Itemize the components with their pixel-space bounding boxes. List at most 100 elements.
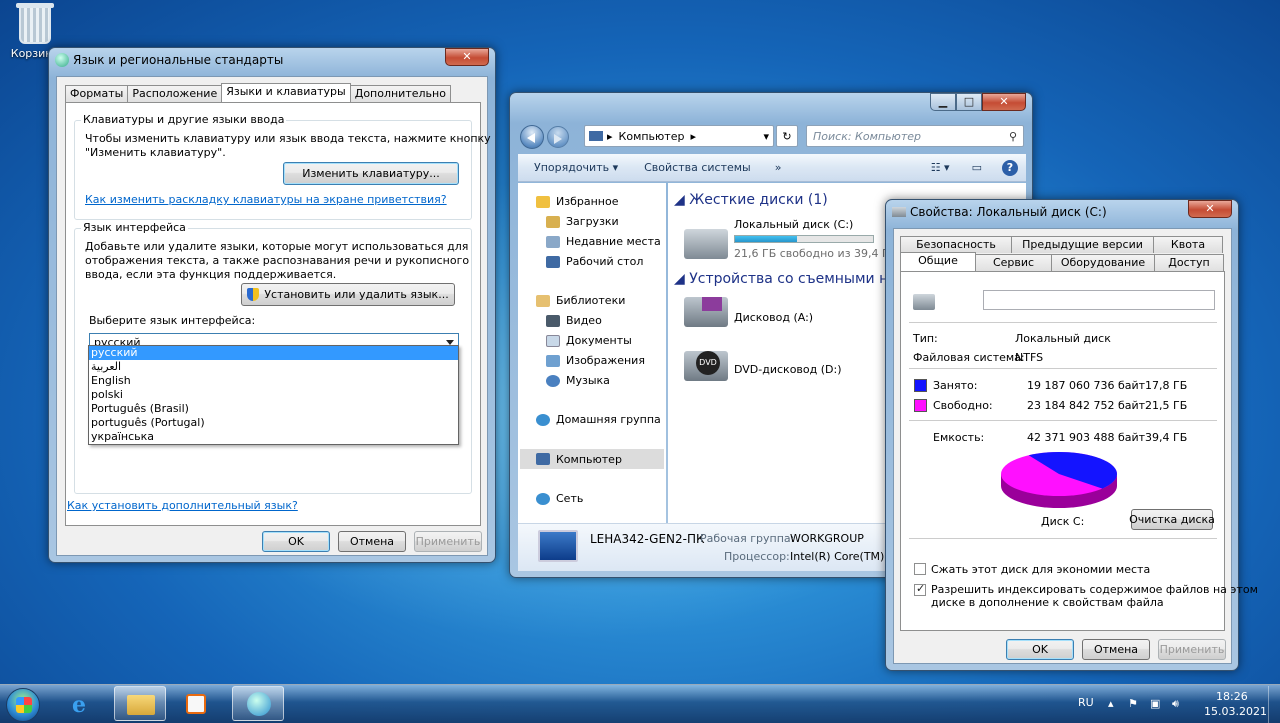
install-language-button[interactable]: Установить или удалить язык...: [241, 283, 455, 306]
type-label: Тип:: [913, 332, 938, 345]
tab-security[interactable]: Безопасность: [900, 236, 1012, 253]
taskbar-media-player[interactable]: [170, 686, 222, 721]
search-input[interactable]: Поиск: Компьютер ⚲: [806, 125, 1024, 147]
search-icon: ⚲: [1008, 129, 1017, 143]
change-keyboard-button[interactable]: Изменить клавиатуру...: [283, 162, 459, 185]
cancel-button[interactable]: Отмена: [1082, 639, 1150, 660]
tab-previous-versions[interactable]: Предыдущие версии: [1011, 236, 1154, 253]
close-button[interactable]: ✕: [982, 93, 1026, 111]
start-button[interactable]: [6, 688, 40, 722]
free-bytes: 23 184 842 752 байт: [1027, 399, 1146, 412]
more-commands-button[interactable]: »: [775, 161, 782, 174]
tab-quota[interactable]: Квота: [1153, 236, 1223, 253]
pc-name: LEHA342-GEN2-ПК: [590, 532, 705, 546]
nav-homegroup[interactable]: Домашняя группа: [536, 413, 661, 426]
free-gb: 21,5 ГБ: [1145, 399, 1188, 412]
taskbar-ie[interactable]: e: [58, 686, 110, 721]
language-option[interactable]: English: [89, 374, 458, 388]
language-indicator[interactable]: RU: [1078, 696, 1094, 709]
explorer-window-controls: ▁ □ ✕: [930, 93, 1026, 111]
welcome-screen-layout-link[interactable]: Как изменить раскладку клавиатуры на экр…: [85, 193, 447, 206]
preview-pane-icon[interactable]: ▭: [972, 161, 982, 174]
refresh-button[interactable]: ↻: [776, 125, 798, 147]
keyboards-desc-2: "Изменить клавиатуру".: [85, 146, 226, 159]
language-dialog-titlebar: Язык и региональные стандарты: [49, 48, 495, 72]
tab-languages[interactable]: Языки и клавиатуры: [221, 83, 351, 102]
forward-button[interactable]: [547, 126, 569, 148]
index-label-1: Разрешить индексировать содержимое файло…: [931, 583, 1258, 596]
nav-downloads[interactable]: Загрузки: [546, 215, 619, 228]
install-more-languages-link[interactable]: Как установить дополнительный язык?: [67, 499, 298, 512]
free-label: Свободно:: [933, 399, 993, 412]
cancel-button[interactable]: Отмена: [338, 531, 406, 552]
dvd-drive-label[interactable]: DVD-дисковод (D:): [734, 363, 842, 376]
media-player-icon: [186, 694, 206, 714]
nav-images[interactable]: Изображения: [546, 354, 645, 367]
address-dropdown-icon[interactable]: ▾: [763, 130, 769, 143]
apply-button[interactable]: Применить: [414, 531, 482, 552]
language-option[interactable]: українська: [89, 430, 458, 444]
type-value: Локальный диск: [1015, 332, 1111, 345]
divider: [909, 538, 1217, 539]
windows-logo-icon: [16, 697, 32, 713]
free-space-swatch: [914, 399, 927, 412]
view-options-icon[interactable]: ☷ ▾: [931, 161, 950, 174]
floppy-drive-label[interactable]: Дисковод (A:): [734, 311, 813, 324]
language-option[interactable]: Português (Brasil): [89, 402, 458, 416]
close-button[interactable]: ✕: [445, 48, 489, 66]
system-properties-button[interactable]: Свойства системы: [644, 161, 751, 174]
capacity-bytes: 42 371 903 488 байт: [1027, 431, 1146, 444]
ok-button[interactable]: OK: [262, 531, 330, 552]
compress-checkbox[interactable]: [914, 563, 926, 575]
breadcrumb-computer[interactable]: Компьютер: [619, 130, 685, 143]
clock-date[interactable]: 15.03.2021: [1204, 705, 1267, 718]
minimize-button[interactable]: ▁: [930, 93, 956, 111]
computer-icon: [589, 131, 603, 141]
index-checkbox[interactable]: [914, 582, 926, 596]
nav-libraries[interactable]: Библиотеки: [536, 294, 625, 307]
help-icon[interactable]: ?: [1002, 159, 1018, 176]
volume-icon[interactable]: 🔊︎: [1172, 697, 1179, 711]
nav-documents[interactable]: Документы: [546, 334, 632, 347]
system-tray-more-icon[interactable]: ▴: [1108, 697, 1114, 710]
disk-label: Диск C:: [1041, 515, 1085, 528]
nav-music[interactable]: Музыка: [546, 374, 610, 387]
fs-label: Файловая система:: [913, 351, 1025, 364]
nav-computer[interactable]: Компьютер: [520, 449, 664, 469]
language-option[interactable]: العربية: [89, 360, 458, 374]
nav-favorites[interactable]: Избранное: [536, 195, 618, 208]
volume-label-input[interactable]: [983, 290, 1215, 310]
used-gb: 17,8 ГБ: [1145, 379, 1188, 392]
refresh-icon: ↻: [782, 129, 792, 143]
fs-value: NTFS: [1015, 351, 1044, 364]
address-bar[interactable]: ▸ Компьютер ▸ ▾: [584, 125, 774, 147]
ok-button[interactable]: OK: [1006, 639, 1074, 660]
nav-recent[interactable]: Недавние места: [546, 235, 661, 248]
network-tray-icon[interactable]: ▣: [1150, 697, 1160, 710]
star-icon: [536, 195, 550, 208]
language-option[interactable]: polski: [89, 388, 458, 402]
maximize-button[interactable]: □: [956, 93, 982, 111]
organize-button[interactable]: Упорядочить ▾: [534, 161, 618, 174]
interface-desc-1: Добавьте или удалите языки, которые могу…: [85, 240, 469, 253]
tab-general[interactable]: Общие: [900, 252, 976, 271]
language-option[interactable]: русский: [89, 346, 458, 360]
disk-cleanup-button[interactable]: Очистка диска: [1129, 509, 1215, 530]
nav-desktop[interactable]: Рабочий стол: [546, 255, 643, 268]
keyboards-group-title: Клавиатуры и другие языки ввода: [81, 113, 287, 126]
taskbar-explorer[interactable]: [114, 686, 166, 721]
language-option[interactable]: português (Portugal): [89, 416, 458, 430]
action-center-flag-icon[interactable]: ⚑: [1128, 697, 1138, 710]
apply-button[interactable]: Применить: [1158, 639, 1226, 660]
back-button[interactable]: [520, 125, 544, 149]
search-placeholder: Поиск: Компьютер: [813, 129, 921, 143]
close-button[interactable]: ✕: [1188, 200, 1232, 218]
nav-video[interactable]: Видео: [546, 314, 602, 327]
hdd-section-header[interactable]: ◢ Жесткие диски (1): [674, 192, 828, 208]
nav-network[interactable]: Сеть: [536, 492, 583, 505]
show-desktop-button[interactable]: [1268, 686, 1280, 723]
clock-time[interactable]: 18:26: [1216, 690, 1248, 703]
local-disk-label[interactable]: Локальный диск (C:): [734, 218, 853, 231]
navigation-pane: Избранное Загрузки Недавние места Рабочи…: [518, 183, 666, 523]
taskbar-region-settings[interactable]: [232, 686, 284, 721]
